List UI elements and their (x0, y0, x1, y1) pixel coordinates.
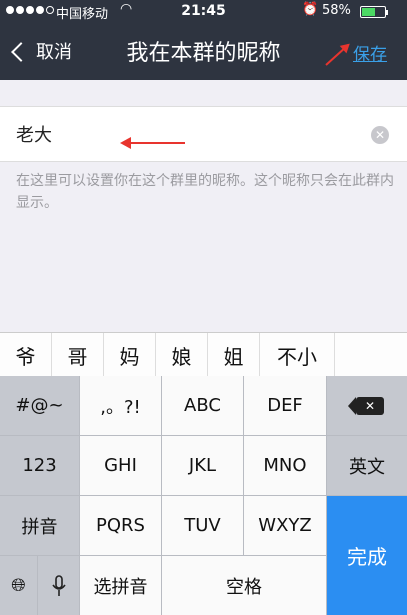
key-numbers[interactable]: 123 (0, 436, 80, 496)
key-pqrs[interactable]: PQRS (80, 496, 162, 556)
key-mno[interactable]: MNO (244, 436, 327, 496)
key-symbols[interactable]: #@~ (0, 376, 80, 436)
key-pinyin[interactable]: 拼音 (0, 496, 80, 556)
candidate-item[interactable]: 不小 (260, 333, 335, 377)
key-globe[interactable]: 🌐︎ (0, 556, 38, 615)
candidate-item[interactable]: 妈 (104, 333, 156, 377)
save-button[interactable]: 保存 (353, 40, 387, 65)
nickname-input[interactable] (16, 117, 356, 151)
key-space[interactable]: 空格 (162, 556, 327, 615)
alarm-icon: ⏰ (302, 2, 319, 17)
keyboard: #@~ ,。?! ABC DEF ✕ 123 GHI JKL MNO 英文 拼音… (0, 376, 407, 615)
globe-icon: 🌐︎ (11, 575, 26, 596)
candidate-empty (335, 333, 407, 377)
key-wxyz[interactable]: WXYZ (244, 496, 327, 556)
key-voice[interactable] (38, 556, 80, 615)
annotation-arrow-field (120, 137, 185, 149)
candidate-item[interactable]: 哥 (52, 333, 104, 377)
key-tuv[interactable]: TUV (162, 496, 244, 556)
key-delete[interactable]: ✕ (327, 376, 407, 436)
battery-icon (360, 6, 388, 18)
nickname-hint: 在这里可以设置你在这个群里的昵称。这个昵称只会在此群内显示。 (16, 173, 394, 211)
nickname-field-row: ✕ (0, 106, 407, 162)
candidate-bar: 爷 哥 妈 娘 姐 不小 (0, 332, 407, 377)
backspace-icon: ✕ (348, 396, 384, 415)
battery-percentage: 58% (322, 3, 351, 18)
candidate-item[interactable]: 娘 (156, 333, 208, 377)
status-bar: 中国移动 ◠ 21:45 ⏰ 58% (0, 0, 407, 24)
key-jkl[interactable]: JKL (162, 436, 244, 496)
key-done[interactable]: 完成 (327, 496, 407, 615)
key-ghi[interactable]: GHI (80, 436, 162, 496)
candidate-item[interactable]: 姐 (208, 333, 260, 377)
microphone-icon (51, 574, 66, 596)
key-abc[interactable]: ABC (162, 376, 244, 436)
key-english[interactable]: 英文 (327, 436, 407, 496)
candidate-item[interactable]: 爷 (0, 333, 52, 377)
key-def[interactable]: DEF (244, 376, 327, 436)
key-select-pinyin[interactable]: 选拼音 (80, 556, 162, 615)
clear-icon[interactable]: ✕ (371, 126, 389, 144)
key-punctuation[interactable]: ,。?! (80, 376, 162, 436)
